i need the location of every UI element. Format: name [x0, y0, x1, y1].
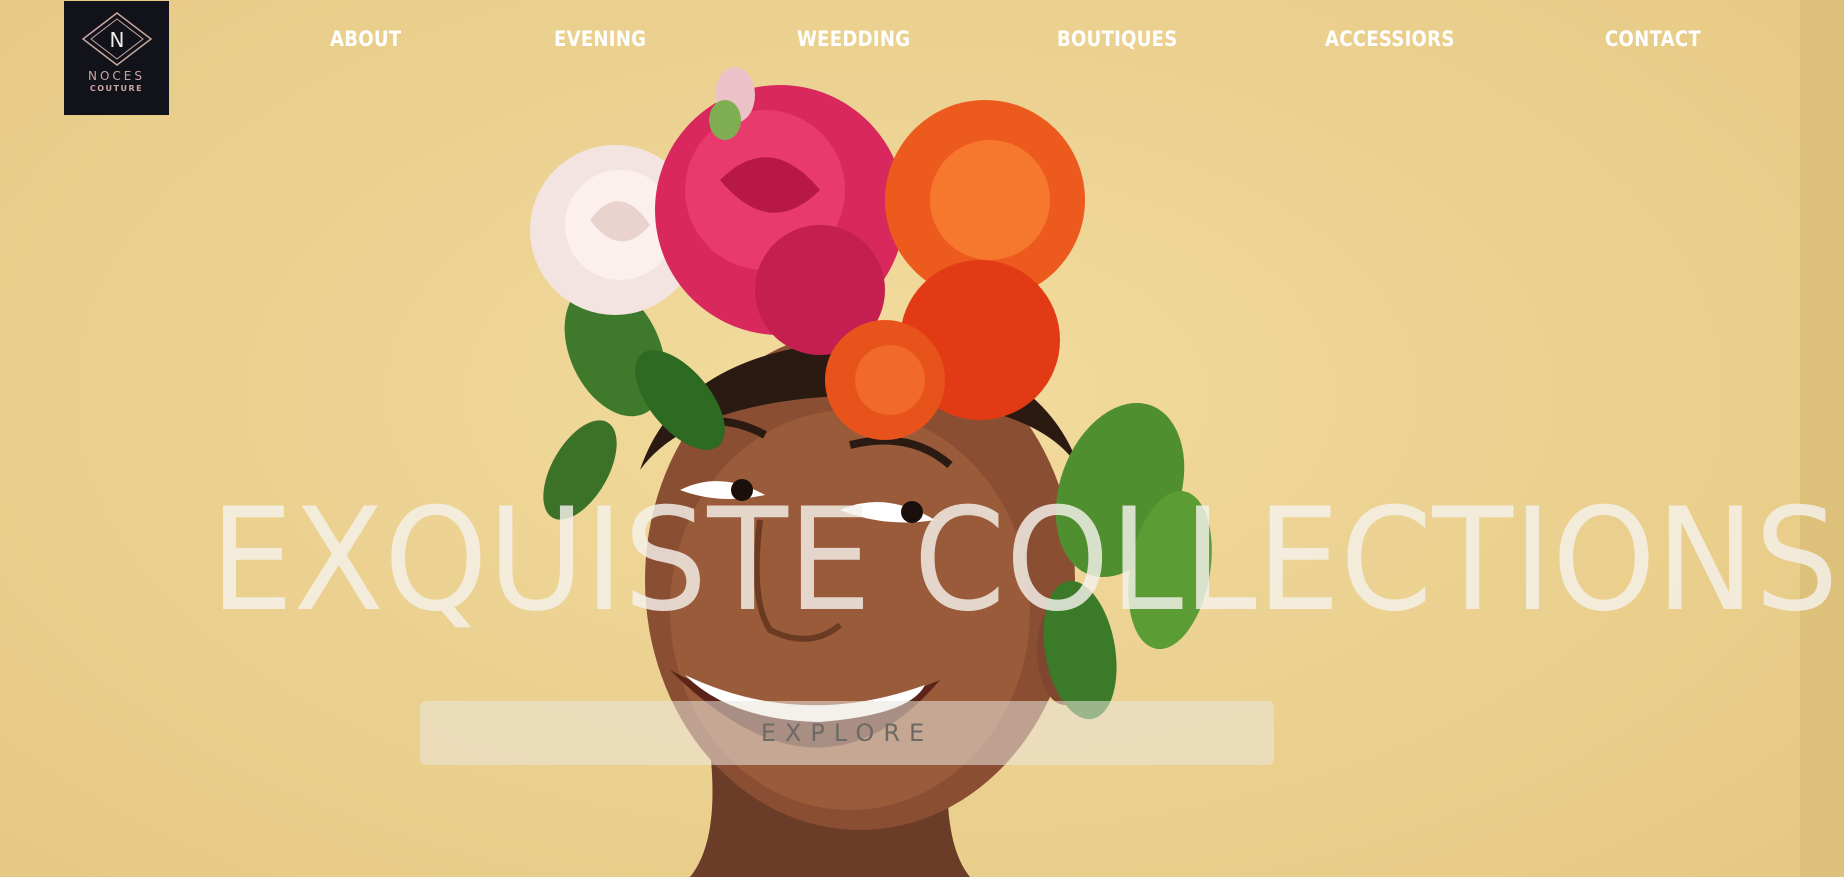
nav-item-evening[interactable]: EVENING	[554, 27, 646, 51]
logo-wordmark: NOCES	[88, 69, 145, 83]
right-edge-strip	[1800, 0, 1844, 877]
logo-letter: N	[110, 28, 125, 52]
explore-button[interactable]: EXPLORE	[420, 701, 1274, 765]
logo-subwordmark: COUTURE	[89, 84, 144, 93]
nav-item-wedding[interactable]: WEEDDING	[797, 27, 910, 51]
nav-item-contact[interactable]: CONTACT	[1605, 27, 1701, 51]
nav-item-about[interactable]: ABOUT	[330, 27, 401, 51]
nav-item-boutiques[interactable]: BOUTIQUES	[1057, 27, 1178, 51]
hero-headline: EXQUISTE COLLECTIONS	[210, 478, 1839, 643]
diamond-monogram-icon: N	[81, 12, 153, 66]
nav-item-accessories[interactable]: ACCESSIORS	[1325, 27, 1455, 51]
brand-logo[interactable]: N NOCES COUTURE	[64, 1, 169, 115]
